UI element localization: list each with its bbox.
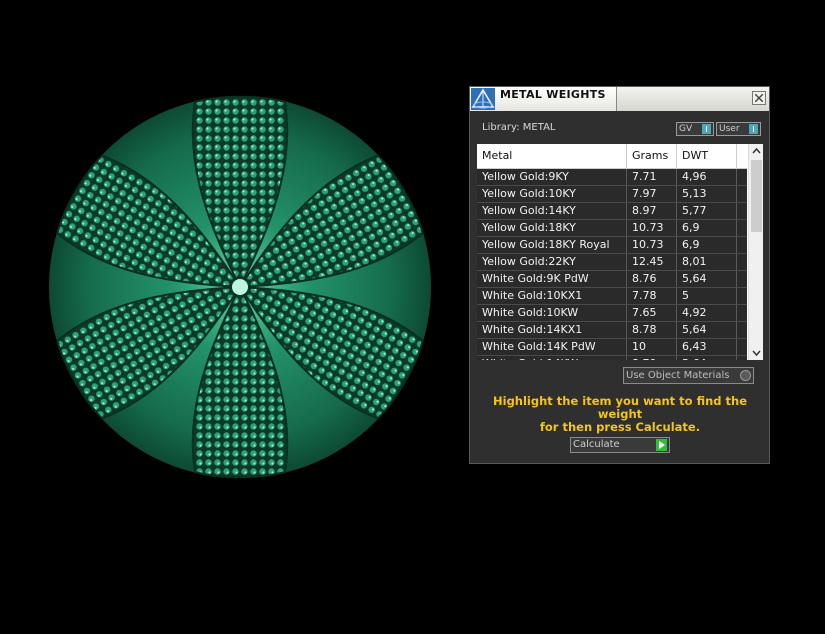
table-row[interactable]: Yellow Gold:18KY Royal 10.73 6,9	[477, 237, 747, 254]
window-title: METAL WEIGHTS	[500, 88, 606, 101]
empty-cell	[737, 220, 747, 236]
dwt-cell: 5,64	[677, 271, 737, 287]
empty-cell	[737, 186, 747, 202]
metal-cell: White Gold:14KW	[477, 356, 627, 360]
dwt-cell: 6,9	[677, 237, 737, 253]
empty-cell	[737, 237, 747, 253]
empty-cell	[737, 169, 747, 185]
metal-cell: White Gold:10KX1	[477, 288, 627, 304]
rendered-jewelry-model	[49, 95, 431, 479]
grams-cell: 8.79	[627, 356, 677, 360]
table-row[interactable]: White Gold:9K PdW 8.76 5,64	[477, 271, 747, 288]
3d-viewport[interactable]	[0, 0, 465, 634]
dwt-cell: 5,13	[677, 186, 737, 202]
metal-cell: White Gold:14K PdW	[477, 339, 627, 355]
use-object-materials-label: Use Object Materials	[626, 370, 730, 381]
column-header-metal[interactable]: Metal	[477, 144, 627, 168]
instruction-line-1: Highlight the item you want to find the …	[493, 394, 747, 421]
close-icon	[755, 94, 763, 102]
play-arrow-icon	[656, 439, 667, 451]
scrollbar-thumb[interactable]	[751, 160, 762, 232]
grams-cell: 10.73	[627, 237, 677, 253]
empty-cell	[737, 271, 747, 287]
instruction-line-2: for then press Calculate.	[539, 420, 701, 434]
close-button[interactable]	[752, 91, 766, 105]
table-body: Yellow Gold:9KY 7.71 4,96 Yellow Gold:10KY 7…	[477, 169, 747, 360]
table-row[interactable]: Yellow Gold:18KY 10.73 6,9	[477, 220, 747, 237]
dwt-cell: 5	[677, 288, 737, 304]
empty-cell	[737, 254, 747, 270]
user-toggle-label: User	[719, 124, 740, 134]
dwt-cell: 4,96	[677, 169, 737, 185]
user-library-toggle[interactable]: User	[716, 122, 761, 136]
table-row[interactable]: White Gold:14KW8.795,64	[477, 356, 747, 360]
metal-cell: Yellow Gold:22KY	[477, 254, 627, 270]
calculate-label: Calculate	[573, 439, 620, 450]
dwt-cell: 5,64	[677, 322, 737, 338]
empty-cell	[737, 203, 747, 219]
grams-cell: 8.78	[627, 322, 677, 338]
table-row[interactable]: Yellow Gold:22KY 12.45 8,01	[477, 254, 747, 271]
metal-weights-panel: METAL WEIGHTS Library: METAL GV User Met…	[469, 86, 770, 464]
grams-cell: 10	[627, 339, 677, 355]
column-header-grams[interactable]: Grams	[627, 144, 677, 168]
dwt-cell: 8,01	[677, 254, 737, 270]
table-row[interactable]: Yellow Gold:10KY 7.97 5,13	[477, 186, 747, 203]
gv-toggle-label: GV	[679, 124, 693, 134]
table-row[interactable]: Yellow Gold:14KY 8.97 5,77	[477, 203, 747, 220]
metal-cell: Yellow Gold:10KY	[477, 186, 627, 202]
grams-cell: 8.76	[627, 271, 677, 287]
grams-cell: 7.65	[627, 305, 677, 321]
metal-cell: Yellow Gold:18KY	[477, 220, 627, 236]
dwt-cell: 5,77	[677, 203, 737, 219]
column-header-extra	[737, 144, 747, 168]
table-row[interactable]: White Gold:14KX1 8.78 5,64	[477, 322, 747, 339]
instruction-text: Highlight the item you want to find the …	[480, 395, 760, 434]
metal-cell: Yellow Gold:18KY Royal	[477, 237, 627, 253]
use-object-materials-toggle[interactable]: Use Object Materials	[623, 367, 754, 384]
table-row[interactable]: White Gold:10KX1 7.78 5	[477, 288, 747, 305]
grams-cell: 10.73	[627, 220, 677, 236]
metal-cell: White Gold:14KX1	[477, 322, 627, 338]
empty-cell	[737, 305, 747, 321]
dwt-cell: 5,64	[677, 356, 737, 360]
title-bar[interactable]: METAL WEIGHTS	[470, 87, 769, 111]
metal-cell: Yellow Gold:14KY	[477, 203, 627, 219]
grams-cell: 7.78	[627, 288, 677, 304]
table-header: Metal Grams DWT	[477, 144, 747, 169]
library-label: Library: METAL	[482, 122, 556, 133]
grams-cell: 8.97	[627, 203, 677, 219]
table-row[interactable]: White Gold:10KW 7.65 4,92	[477, 305, 747, 322]
gv-library-toggle[interactable]: GV	[676, 122, 714, 136]
dwt-cell: 4,92	[677, 305, 737, 321]
toggle-on-icon	[749, 124, 758, 134]
table-scrollbar[interactable]	[748, 144, 763, 360]
empty-cell	[737, 339, 747, 355]
empty-cell	[737, 288, 747, 304]
calculate-button[interactable]: Calculate	[570, 437, 670, 453]
column-header-dwt[interactable]: DWT	[677, 144, 737, 168]
empty-cell	[737, 356, 747, 360]
table-row[interactable]: White Gold:14K PdW 10 6,43	[477, 339, 747, 356]
table-row[interactable]: Yellow Gold:9KY 7.71 4,96	[477, 169, 747, 186]
scroll-down-icon[interactable]	[749, 346, 763, 360]
pyramid-logo-icon	[471, 88, 495, 110]
grams-cell: 7.71	[627, 169, 677, 185]
metal-table[interactable]: Metal Grams DWT Yellow Gold:9KY 7.71 4,96 Y…	[477, 144, 763, 360]
dwt-cell: 6,43	[677, 339, 737, 355]
scroll-up-icon[interactable]	[749, 144, 763, 158]
metal-cell: White Gold:10KW	[477, 305, 627, 321]
metal-cell: White Gold:9K PdW	[477, 271, 627, 287]
empty-cell	[737, 322, 747, 338]
grams-cell: 12.45	[627, 254, 677, 270]
metal-cell: Yellow Gold:9KY	[477, 169, 627, 185]
dwt-cell: 6,9	[677, 220, 737, 236]
radio-indicator-icon	[740, 370, 751, 381]
grams-cell: 7.97	[627, 186, 677, 202]
toggle-on-icon	[702, 124, 711, 134]
